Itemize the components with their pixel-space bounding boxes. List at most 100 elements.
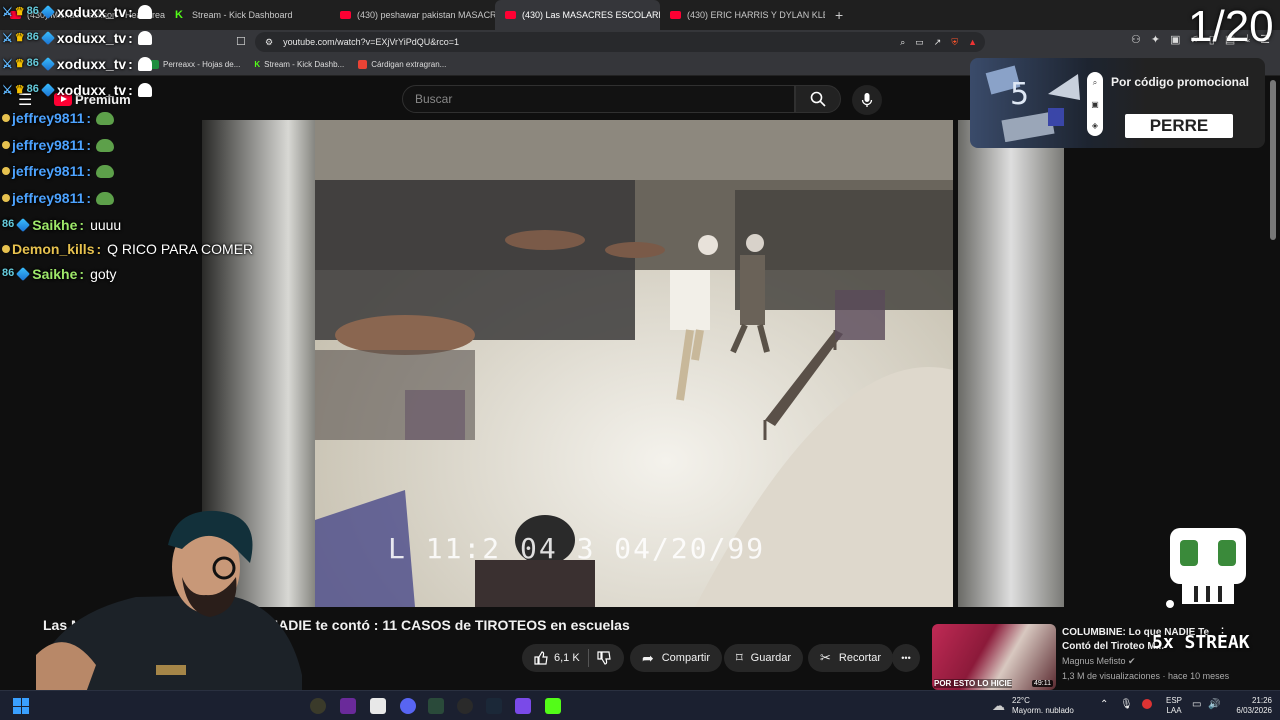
bs-badge-icon: 86 — [26, 83, 39, 95]
cube-badge-icon — [16, 218, 31, 232]
tray-chevron-icon[interactable]: ⌃ — [1100, 699, 1108, 710]
weather-icon: ☁ — [992, 698, 1005, 713]
bookmark-item[interactable]: K Stream - Kick Dashb... — [254, 60, 344, 69]
lang-top: ESP — [1166, 696, 1183, 705]
volume-icon[interactable]: 🔊 — [1208, 699, 1220, 710]
bookmark-item[interactable]: Perreaxx - Hojas de... — [150, 60, 240, 69]
mic-tray-icon[interactable]: 🎙 — [1120, 699, 1133, 710]
cube-badge-icon — [40, 31, 55, 45]
thumbs-down-icon[interactable] — [597, 651, 611, 665]
share-icon[interactable]: ↗ — [934, 37, 942, 48]
app-icon-4[interactable] — [515, 698, 531, 714]
brave-rewards-icon[interactable]: ▲ — [968, 37, 977, 47]
chat-colon: : — [86, 110, 92, 126]
screenshot-icon[interactable]: ▣ — [1170, 33, 1180, 46]
chat-message: ⚔ ♛ 86 xoduxx_tv: — [2, 82, 152, 98]
voice-search-button[interactable] — [852, 85, 882, 115]
share-button[interactable]: ➦ Compartir — [630, 644, 723, 672]
cube-badge-icon — [40, 5, 55, 19]
github-icon[interactable] — [457, 698, 473, 714]
streak-overlay: 5x STREAK — [1152, 632, 1250, 653]
skull-icon — [1166, 528, 1246, 608]
brave-shield-icon[interactable]: ⛨ — [951, 37, 958, 48]
crown-badge-icon: ♛ — [14, 6, 25, 18]
like-button[interactable]: 6,1 K — [534, 651, 580, 665]
tab-kick-dashboard[interactable]: K Stream - Kick Dashboard — [165, 0, 330, 30]
save-button[interactable]: ⌑ Guardar — [724, 644, 804, 672]
chat-username[interactable]: jeffrey9811 — [12, 190, 84, 206]
chat-username[interactable]: xoduxx_tv — [57, 4, 126, 20]
bookmark-label: Perreaxx - Hojas de... — [163, 60, 241, 69]
chat-username[interactable]: Saikhe — [32, 217, 77, 233]
gift-icon: ▣ — [1091, 100, 1099, 109]
extension-icon[interactable]: ⚇ — [1131, 33, 1141, 46]
chat-username[interactable]: jeffrey9811 — [12, 110, 84, 126]
app-icon-2[interactable] — [340, 698, 356, 714]
promo-banner[interactable]: 5 ⌕ ▣ ◈ Por código promocional PERRE — [970, 58, 1265, 148]
search-icon — [810, 91, 826, 107]
cast-icon[interactable]: ▭ — [915, 37, 924, 48]
kick-icon: K — [254, 60, 261, 69]
new-tab-button[interactable]: + — [825, 7, 853, 23]
chat-message: 86 Saikhe: uuuu — [2, 217, 121, 233]
recommended-thumbnail[interactable]: POR ESTO LO HICIE 49:11 — [932, 624, 1056, 690]
chat-message: jeffrey9811: — [2, 190, 115, 206]
crown-badge-icon: ♛ — [14, 32, 25, 44]
search-input[interactable]: Buscar — [402, 85, 795, 113]
url-field[interactable]: ⚙ youtube.com/watch?v=EXjVrYiPdQU&rco=1 … — [255, 32, 985, 52]
puzzle-icon[interactable]: ✦ — [1151, 33, 1160, 46]
chat-colon: : — [86, 190, 92, 206]
like-dislike-group: 6,1 K — [522, 644, 624, 672]
tab-masacres-escolares[interactable]: (430) Las MASACRES ESCOLARES✕ — [495, 0, 660, 30]
chat-message: jeffrey9811: — [2, 163, 115, 179]
steam-icon[interactable] — [486, 698, 502, 714]
search-button[interactable] — [795, 85, 841, 113]
tab-eric-harris[interactable]: (430) ERIC HARRIS Y DYLAN KLEBOLD — [660, 0, 825, 30]
chat-message: ⚔ ♛ 86 xoduxx_tv: — [2, 4, 152, 20]
chat-colon: : — [79, 217, 85, 233]
language-indicator[interactable]: ESP LAA — [1166, 696, 1182, 716]
recommended-channel[interactable]: Magnus Mefisto ✔ — [1062, 656, 1136, 667]
bs-badge-icon: 86 — [26, 5, 39, 17]
discord-icon[interactable] — [400, 698, 416, 714]
search-icon: ⌕ — [1092, 78, 1098, 87]
chat-username[interactable]: jeffrey9811 — [12, 137, 84, 153]
tab-peshawar[interactable]: (430) peshawar pakistan MASACRE - — [330, 0, 495, 30]
progress-counter: 1/20 — [1188, 2, 1274, 51]
bookmark-item[interactable]: Cárdigan extragran... — [358, 60, 446, 69]
page-scrollbar[interactable] — [1270, 80, 1276, 240]
app-tray-icon[interactable] — [1142, 699, 1152, 709]
weather-widget[interactable]: 22°C Mayorm. nublado — [1012, 696, 1074, 716]
zoom-icon[interactable]: ⌕ — [900, 37, 905, 48]
chat-colon: : — [96, 241, 102, 257]
clock[interactable]: 21:26 6/03/2026 — [1228, 696, 1272, 716]
app-icon-1[interactable] — [310, 698, 326, 714]
save-label: Guardar — [750, 652, 792, 664]
chat-username[interactable]: xoduxx_tv — [57, 56, 126, 72]
youtube-icon — [505, 11, 516, 19]
frog-emote-icon — [96, 138, 115, 152]
browser-tab-bar: (430) Michael Jackson - Heartbreak K Stre… — [0, 0, 1280, 30]
site-info-icon[interactable]: ⚙ — [265, 37, 273, 48]
file-icon[interactable] — [370, 698, 386, 714]
windows-start-icon[interactable] — [13, 698, 29, 714]
chat-username[interactable]: xoduxx_tv — [57, 30, 126, 46]
chat-colon: : — [86, 163, 92, 179]
app-icon-3[interactable] — [428, 698, 444, 714]
chat-colon: : — [128, 56, 133, 72]
video-backdrop-right — [958, 120, 1064, 607]
dot-badge-icon — [2, 194, 10, 202]
kick-taskbar-icon[interactable] — [545, 698, 561, 714]
chat-username[interactable]: Saikhe — [32, 266, 77, 282]
chat-username[interactable]: jeffrey9811 — [12, 163, 84, 179]
clip-button[interactable]: ✂ Recortar — [808, 644, 894, 672]
frog-emote-icon — [96, 191, 115, 205]
chat-username[interactable]: Demon_kills — [12, 241, 94, 257]
bookmark-star-icon[interactable]: ☐ — [236, 35, 246, 48]
chat-username[interactable]: xoduxx_tv — [57, 82, 126, 98]
more-actions-button[interactable]: ••• — [892, 644, 920, 672]
promo-art-icon: 5 — [985, 65, 1080, 142]
address-bar-row: ☐ ⚙ youtube.com/watch?v=EXjVrYiPdQU&rco=… — [0, 30, 1280, 54]
network-icon[interactable]: ▭ — [1192, 699, 1201, 710]
clock-date: 6/03/2026 — [1236, 706, 1272, 715]
